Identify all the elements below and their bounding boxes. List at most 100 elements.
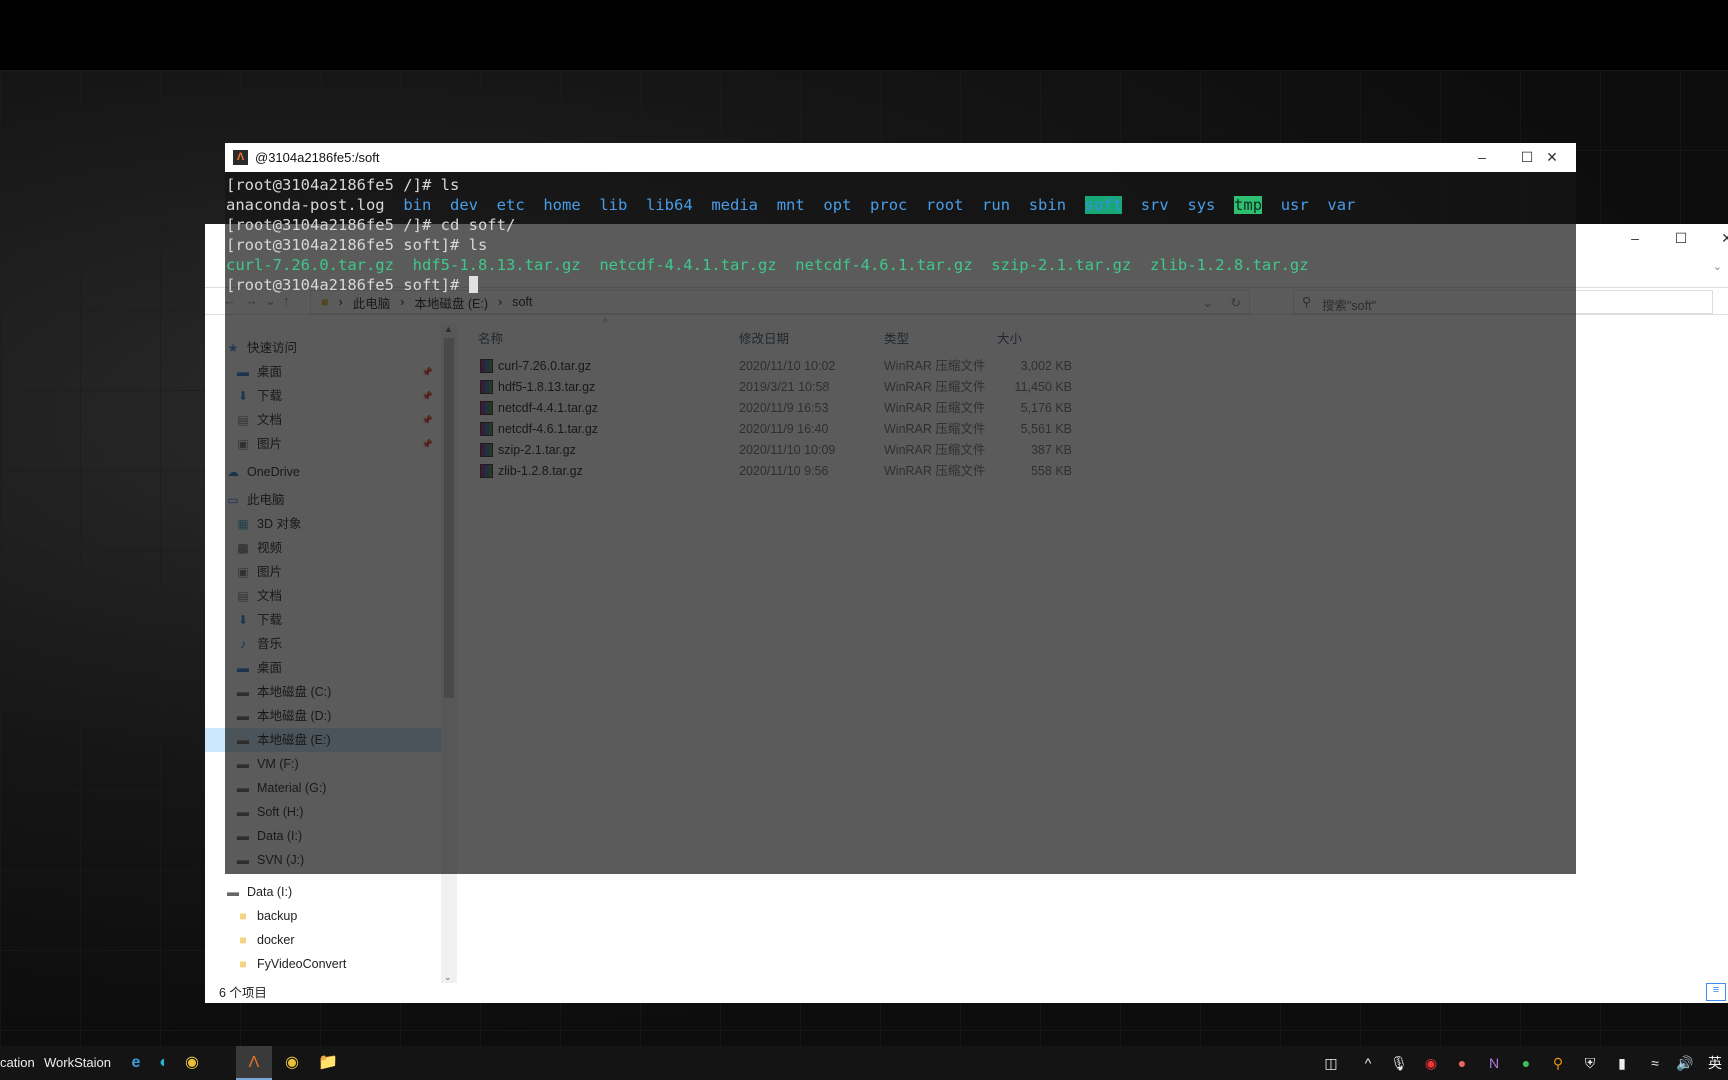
terminal-minimize-button[interactable]: – [1459, 143, 1505, 172]
file-explorer-window[interactable]: – ☐ ✕ ⌄ ← → ⌄ ↑ ■ › 此电脑 › 本地磁盘 (E:) › so… [205, 224, 1728, 1003]
explorer-title-bar[interactable]: – ☐ ✕ [205, 224, 1728, 252]
sidebar-item[interactable]: ▩ 视频 [205, 536, 441, 560]
folder-icon: ■ [239, 909, 247, 923]
column-header-date[interactable]: 修改日期 [739, 328, 789, 347]
taskbar-label[interactable]: cation [0, 1046, 35, 1080]
sidebar-item[interactable]: ⬇ 下载 [205, 608, 441, 632]
column-header-size[interactable]: 大小 [997, 328, 1022, 347]
explorer-taskbar-icon[interactable]: 📁 [310, 1046, 346, 1080]
sidebar-item[interactable]: ▬ Soft (H:) [205, 800, 441, 824]
up-arrow-icon[interactable]: ↑ [283, 293, 290, 308]
sidebar-item[interactable]: ▬ VM (F:) [205, 752, 441, 776]
recycle-icon[interactable]: ◫ [1316, 1046, 1346, 1080]
sidebar-item[interactable]: ■ backup [205, 904, 441, 928]
drive-icon: ▬ [237, 709, 249, 723]
ribbon-expand-chevron-icon[interactable]: ⌄ [1713, 260, 1722, 273]
sidebar-item[interactable]: ▤ 文档 [205, 584, 441, 608]
microphone-icon[interactable]: 🎙 [1384, 1046, 1414, 1080]
qq-icon[interactable]: ● [1447, 1046, 1477, 1080]
sidebar-item-label: 图片 [257, 565, 283, 579]
sidebar-item[interactable]: ★ 快速访问 [205, 336, 441, 360]
file-row[interactable]: hdf5-1.8.13.tar.gz 2019/3/21 10:58 WinRAR … [478, 377, 1098, 398]
folder-icon: ■ [321, 295, 329, 309]
sidebar-item[interactable]: ▣ 图片 [205, 560, 441, 584]
column-header-name[interactable]: 名称 [478, 328, 503, 347]
pin-icon[interactable]: 📌 [422, 408, 433, 432]
explorer-minimize-button[interactable]: – [1612, 224, 1658, 252]
file-row[interactable]: netcdf-4.6.1.tar.gz 2020/11/9 16:40 WinRAR… [478, 419, 1098, 440]
navigation-scrollbar[interactable]: ▲ ⌄ [441, 324, 457, 983]
sidebar-item[interactable]: ☁ OneDrive [205, 460, 441, 484]
desktop-icon: ▬ [237, 365, 249, 379]
taskbar-label[interactable]: WorkStaion [44, 1046, 111, 1080]
sidebar-item-label: SVN (J:) [257, 853, 305, 867]
sidebar-item[interactable]: ■ FyVideoConvert [205, 952, 441, 976]
search-tray-icon[interactable]: ⚲ [1543, 1046, 1573, 1080]
sidebar-item[interactable]: ▤ 文档 📌 [205, 408, 441, 432]
sidebar-item[interactable]: ▬ Data (I:) [205, 824, 441, 848]
winrar-archive-icon [480, 380, 493, 394]
explorer-maximize-button[interactable]: ☐ [1658, 224, 1704, 252]
sidebar-item[interactable]: ▬ 本地磁盘 (C:) [205, 680, 441, 704]
file-row[interactable]: curl-7.26.0.tar.gz 2020/11/10 10:02 WinRAR… [478, 356, 1098, 377]
drive-icon: ▬ [237, 757, 249, 771]
scrollbar-thumb[interactable] [444, 338, 454, 698]
breadcrumb-item[interactable]: 本地磁盘 (E:) [414, 293, 488, 312]
file-row[interactable]: szip-2.1.tar.gz 2020/11/10 10:09 WinRAR 压缩… [478, 440, 1098, 461]
winrar-archive-icon [480, 422, 493, 436]
sidebar-item-label: 此电脑 [247, 493, 285, 507]
volume-icon[interactable]: 🔊 [1670, 1046, 1700, 1080]
security-icon[interactable]: ⛨ [1575, 1046, 1605, 1080]
sidebar-item[interactable]: ▬ 桌面 📌 [205, 360, 441, 384]
refresh-icon[interactable]: ↻ [1231, 295, 1241, 310]
chrome-icon[interactable]: ◉ [174, 1046, 210, 1080]
forward-arrow-icon[interactable]: → [245, 293, 258, 308]
sidebar-item-label: 音乐 [257, 637, 283, 651]
search-input[interactable]: ⚲ 搜索"soft" [1293, 290, 1713, 314]
breadcrumb-item[interactable]: 此电脑 [353, 293, 391, 312]
sidebar-item[interactable]: ■ docker [205, 928, 441, 952]
breadcrumb-item[interactable]: soft [512, 295, 532, 309]
address-dropdown-icon[interactable]: ⌄ [1203, 295, 1213, 310]
wechat-icon[interactable]: ● [1511, 1046, 1541, 1080]
tray-expand-icon[interactable]: ^ [1353, 1046, 1383, 1080]
column-header-type[interactable]: 类型 [884, 328, 909, 347]
scroll-up-icon[interactable]: ▲ [444, 324, 453, 334]
sidebar-item[interactable]: ⬇ 下载 📌 [205, 384, 441, 408]
sidebar-item[interactable]: ▬ Data (I:) [205, 880, 441, 904]
onenote-icon[interactable]: N [1479, 1046, 1509, 1080]
address-input[interactable]: ■ › 此电脑 › 本地磁盘 (E:) › soft ⌄ ↻ [310, 290, 1250, 314]
file-size: 387 KB [1030, 443, 1072, 457]
sidebar-item[interactable]: ▦ 3D 对象 [205, 512, 441, 536]
breadcrumb-separator: › [400, 295, 405, 309]
sidebar-item[interactable]: ▬ 桌面 [205, 656, 441, 680]
sidebar-item[interactable]: ▬ 本地磁盘 (D:) [205, 704, 441, 728]
wifi-icon[interactable]: ≈ [1640, 1046, 1670, 1080]
pin-icon[interactable]: 📌 [422, 384, 433, 408]
back-arrow-icon[interactable]: ← [223, 293, 236, 308]
scroll-down-icon[interactable]: ⌄ [444, 972, 452, 983]
chrome-taskbar-icon[interactable]: ◉ [274, 1046, 310, 1080]
battery-icon[interactable]: ▮ [1607, 1046, 1637, 1080]
recent-chevron-icon[interactable]: ⌄ [265, 293, 276, 309]
sidebar-item[interactable]: ▬ Material (G:) [205, 776, 441, 800]
pin-icon[interactable]: 📌 [422, 432, 433, 456]
file-row[interactable]: zlib-1.2.8.tar.gz 2020/11/10 9:56 WinRAR 压… [478, 461, 1098, 482]
sidebar-item[interactable]: ▬ 本地磁盘 (E:) [205, 728, 441, 752]
breadcrumb-separator: › [338, 295, 343, 309]
terminal-close-button[interactable]: ✕ [1529, 143, 1575, 172]
pin-icon[interactable]: 📌 [422, 360, 433, 384]
sidebar-item[interactable]: ▬ SVN (J:) [205, 848, 441, 872]
terminal-title-bar[interactable]: Λ @3104a2186fe5:/soft – ☐ ✕ [225, 143, 1576, 172]
sidebar-item[interactable]: ♪ 音乐 [205, 632, 441, 656]
file-name: netcdf-4.6.1.tar.gz [498, 422, 599, 436]
sidebar-item-label: 下载 [257, 389, 283, 403]
ime-indicator[interactable]: 英 [1700, 1046, 1728, 1080]
sidebar-item[interactable]: ▣ 图片 📌 [205, 432, 441, 456]
terminal-taskbar-icon[interactable]: Λ [236, 1046, 272, 1080]
file-row[interactable]: netcdf-4.4.1.tar.gz 2020/11/9 16:53 WinRAR… [478, 398, 1098, 419]
explorer-close-button[interactable]: ✕ [1704, 224, 1728, 252]
sidebar-item[interactable]: ▭ 此电脑 [205, 488, 441, 512]
details-view-button[interactable]: ≡ [1706, 983, 1726, 1001]
record-icon[interactable]: ◉ [1416, 1046, 1446, 1080]
